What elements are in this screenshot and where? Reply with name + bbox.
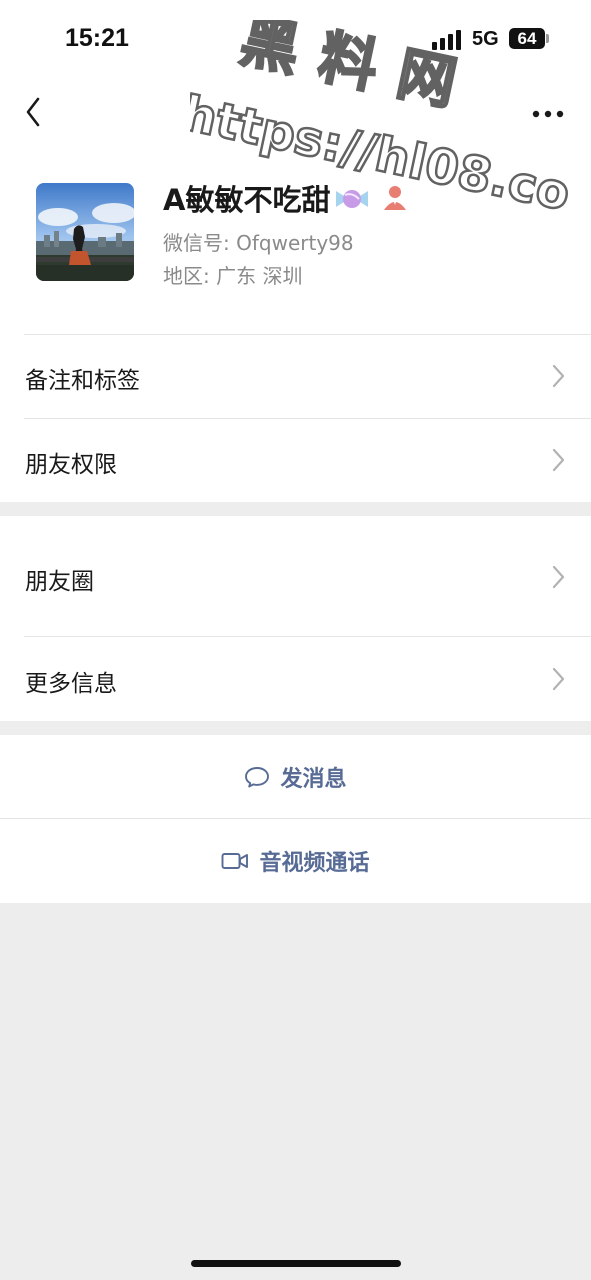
divider [24, 334, 591, 335]
profile-header: A敏敏不吃甜 微信号: Ofqwerty98 地区: 广东 深圳 [0, 140, 591, 334]
settings-group-2: 朋友圈 更多信息 [0, 516, 591, 721]
home-indicator[interactable] [191, 1260, 401, 1267]
contact-actions: 发消息 音视频通话 [0, 735, 591, 903]
region-line: 地区: 广东 深圳 [163, 260, 302, 289]
avatar[interactable] [36, 183, 134, 281]
chevron-right-icon [552, 565, 565, 589]
chat-bubble-icon [245, 767, 270, 788]
chevron-right-icon [552, 364, 565, 388]
battery-cap [546, 34, 549, 43]
cellular-signal-icon [432, 28, 464, 50]
candy-icon [336, 190, 369, 208]
send-message-label: 发消息 [280, 767, 347, 792]
divider [24, 636, 591, 637]
profile-name: A敏敏不吃甜 [163, 183, 331, 217]
region-value: 广东 深圳 [216, 264, 303, 288]
ellipsis-icon [532, 110, 564, 118]
menu-item-moments[interactable]: 朋友圈 [0, 516, 591, 636]
video-call-label: 音视频通话 [259, 851, 370, 876]
wechat-id-label: 微信号: [163, 231, 230, 255]
profile-name-row: A敏敏不吃甜 [163, 178, 408, 218]
network-type: 5G [472, 28, 499, 50]
menu-item-friend-permissions[interactable]: 朋友权限 [0, 418, 591, 502]
wechat-id-value[interactable]: Ofqwerty98 [236, 231, 354, 255]
chevron-left-icon [26, 97, 40, 127]
avatar-image [36, 183, 134, 281]
menu-item-label: 朋友权限 [25, 452, 117, 478]
chevron-right-icon [552, 448, 565, 472]
menu-item-more-info[interactable]: 更多信息 [0, 636, 591, 721]
menu-item-label: 备注和标签 [25, 368, 140, 394]
video-camera-icon [222, 853, 249, 869]
settings-group-1: 备注和标签 朋友权限 [0, 334, 591, 502]
chevron-right-icon [552, 667, 565, 691]
region-label: 地区: [163, 264, 210, 288]
status-bar: 15:21 5G 64 [0, 0, 591, 80]
back-button[interactable] [18, 88, 52, 128]
nav-bar [0, 80, 591, 140]
menu-item-remarks-tags[interactable]: 备注和标签 [0, 334, 591, 418]
divider [24, 418, 591, 419]
status-time: 15:21 [65, 24, 129, 52]
battery-level: 64 [517, 28, 537, 48]
battery-icon: 64 [509, 28, 545, 49]
menu-item-label: 更多信息 [25, 671, 117, 697]
video-call-button[interactable]: 音视频通话 [0, 819, 591, 903]
contact-profile-screen: 15:21 5G 64 A敏敏不吃甜 微信号: Ofqwerty98 地区: 广… [0, 0, 591, 1280]
menu-item-label: 朋友圈 [25, 569, 94, 595]
wechat-id-line: 微信号: Ofqwerty98 [163, 227, 354, 256]
more-button[interactable] [526, 90, 570, 120]
send-message-button[interactable]: 发消息 [0, 735, 591, 819]
person-icon [384, 186, 407, 210]
